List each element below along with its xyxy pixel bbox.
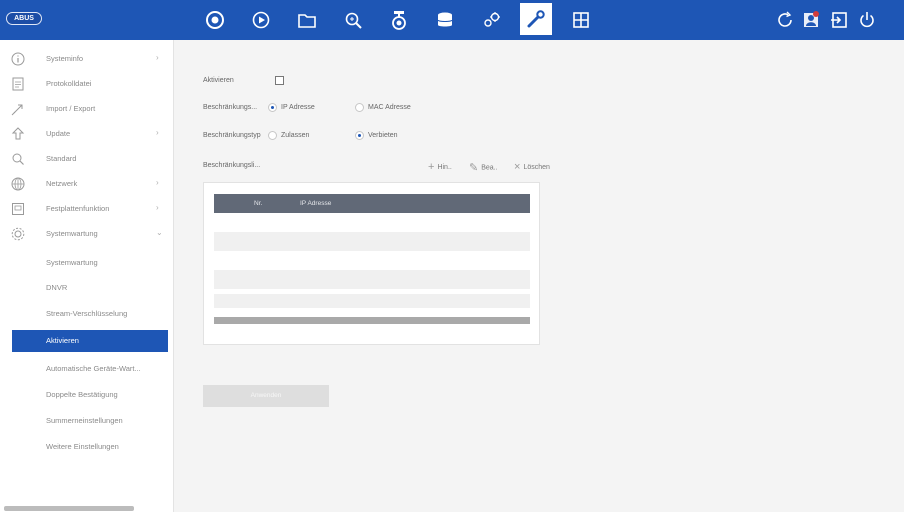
- search-icon[interactable]: [338, 6, 368, 34]
- sidebar-item-protokolldatei[interactable]: Protokolldatei: [0, 73, 174, 97]
- user-icon[interactable]: [796, 6, 826, 34]
- sidebar-subitem-dnvr[interactable]: DNVR: [0, 276, 174, 300]
- sidebar-item-label: Import / Export: [46, 104, 96, 113]
- restriction-mode-label: Beschränkungstyp: [203, 132, 261, 139]
- delete-button[interactable]: × Löschen: [514, 161, 550, 173]
- edit-button-label: Bea..: [481, 164, 498, 172]
- sidebar-scrollbar[interactable]: [4, 506, 134, 511]
- restriction-type-label: Beschränkungs...: [203, 104, 258, 111]
- enable-label: Aktivieren: [203, 77, 234, 84]
- sidebar-item-label: Update: [46, 129, 71, 138]
- chevron-right-icon: ›: [156, 53, 159, 62]
- radio-forbid[interactable]: [355, 131, 364, 140]
- sidebar-item-label: Festplattenfunktion: [46, 204, 110, 213]
- sidebar-subitem-label: Summerneinstellungen: [46, 416, 123, 425]
- table-header: Nr. IP Adresse: [214, 194, 530, 213]
- sidebar-subitem-label: Aktivieren: [46, 336, 79, 345]
- sidebar-subitem-summereinstellungen[interactable]: Summerneinstellungen: [0, 409, 174, 433]
- sidebar-item-netzwerk[interactable]: Netzwerk ›: [0, 173, 174, 197]
- gears-icon[interactable]: [476, 6, 506, 34]
- sidebar-item-label: Standard: [46, 154, 77, 163]
- hdd-icon: [10, 201, 26, 217]
- chevron-right-icon: ›: [156, 178, 159, 187]
- import-export-icon: [10, 101, 26, 117]
- reset-icon: [10, 151, 26, 167]
- sidebar-item-label: Systeminfo: [46, 54, 84, 63]
- play-icon[interactable]: [246, 6, 276, 34]
- radio-allow[interactable]: [268, 131, 277, 140]
- restriction-list-label: Beschränkungsli...: [203, 162, 261, 169]
- radio-mac-address[interactable]: [355, 103, 364, 112]
- sidebar-subitem-weitere-einstellungen[interactable]: Weitere Einstellungen: [0, 435, 174, 459]
- sidebar-subitem-aktivieren[interactable]: Aktivieren: [12, 330, 168, 352]
- add-button[interactable]: + Hin..: [428, 161, 452, 173]
- chevron-right-icon: ›: [156, 128, 159, 137]
- table-row: [214, 270, 530, 289]
- camera-icon[interactable]: [200, 6, 230, 34]
- main-content: Aktivieren Beschränkungs... IP Adresse M…: [175, 40, 904, 512]
- wrench-icon[interactable]: [520, 3, 552, 35]
- sidebar-subitem-label: Doppelte Bestätigung: [46, 390, 118, 399]
- sidebar-subitem-label: DNVR: [46, 283, 68, 292]
- chevron-down-icon: ⌄: [156, 228, 163, 237]
- dome-camera-icon[interactable]: [384, 6, 414, 34]
- sidebar-item-standard[interactable]: Standard: [0, 148, 174, 172]
- sidebar-subitem-label: Weitere Einstellungen: [46, 442, 119, 451]
- radio-ip-address[interactable]: [268, 103, 277, 112]
- edit-icon: ✎: [469, 162, 479, 174]
- sidebar-item-systemwartung[interactable]: Systemwartung ⌄: [0, 223, 174, 247]
- delete-button-label: Löschen: [523, 163, 550, 171]
- plus-icon: +: [428, 161, 435, 173]
- radio-allow-label: Zulassen: [281, 132, 310, 139]
- database-icon[interactable]: [430, 6, 460, 34]
- sidebar-item-systeminfo[interactable]: Systeminfo ›: [0, 48, 174, 72]
- top-navigation-bar: ABUS: [0, 0, 904, 40]
- enable-checkbox[interactable]: [275, 76, 284, 85]
- logout-icon[interactable]: [824, 6, 854, 34]
- sidebar-item-update[interactable]: Update ›: [0, 123, 174, 147]
- column-header-ip-address: IP Adresse: [300, 200, 332, 207]
- sidebar-subitem-automatische-geraete-wartung[interactable]: Automatische Geräte-Wart...: [0, 357, 174, 381]
- table-row: [214, 232, 530, 251]
- brand-logo: ABUS: [6, 12, 42, 25]
- document-icon: [10, 76, 26, 92]
- sidebar-item-label: Netzwerk: [46, 179, 78, 188]
- grid-icon[interactable]: [566, 6, 596, 34]
- radio-forbid-label: Verbieten: [368, 132, 398, 139]
- sidebar-item-import-export[interactable]: Import / Export: [0, 98, 174, 122]
- radio-ip-address-label: IP Adresse: [281, 104, 315, 111]
- sidebar-subitem-label: Systemwartung: [46, 258, 98, 267]
- sidebar-subitem-label: Automatische Geräte-Wart...: [46, 364, 141, 373]
- sidebar-subitem-label: Stream-Verschlüsselung: [46, 309, 128, 318]
- gear-icon: [10, 226, 26, 242]
- add-button-label: Hin..: [437, 163, 452, 171]
- apply-button[interactable]: Anwenden: [203, 385, 329, 407]
- sidebar-subitem-doppelte-bestaetigung[interactable]: Doppelte Bestätigung: [0, 383, 174, 407]
- app-window: ABUS Systeminfo › Protokolldatei Import …: [0, 0, 904, 512]
- power-icon[interactable]: [852, 6, 882, 34]
- network-icon: [10, 176, 26, 192]
- upload-icon: [10, 126, 26, 142]
- sidebar-item-label: Systemwartung: [46, 229, 98, 238]
- sidebar-subitem-stream-verschluesselung[interactable]: Stream-Verschlüsselung: [0, 302, 174, 326]
- sidebar-item-label: Protokolldatei: [46, 79, 92, 88]
- table-scrollbar[interactable]: [214, 317, 530, 324]
- edit-button[interactable]: ✎ Bea..: [469, 161, 498, 174]
- sidebar-item-festplattenfunktion[interactable]: Festplattenfunktion ›: [0, 198, 174, 222]
- restriction-list-table: Nr. IP Adresse: [203, 182, 540, 345]
- radio-mac-address-label: MAC Adresse: [368, 104, 411, 111]
- chevron-right-icon: ›: [156, 203, 159, 212]
- close-icon: ×: [514, 161, 521, 173]
- column-header-nr: Nr.: [254, 200, 263, 207]
- sidebar: Systeminfo › Protokolldatei Import / Exp…: [0, 40, 174, 512]
- info-icon: [10, 51, 26, 67]
- table-row: [214, 294, 530, 308]
- folder-icon[interactable]: [292, 6, 322, 34]
- sidebar-subitem-systemwartung[interactable]: Systemwartung: [0, 251, 174, 275]
